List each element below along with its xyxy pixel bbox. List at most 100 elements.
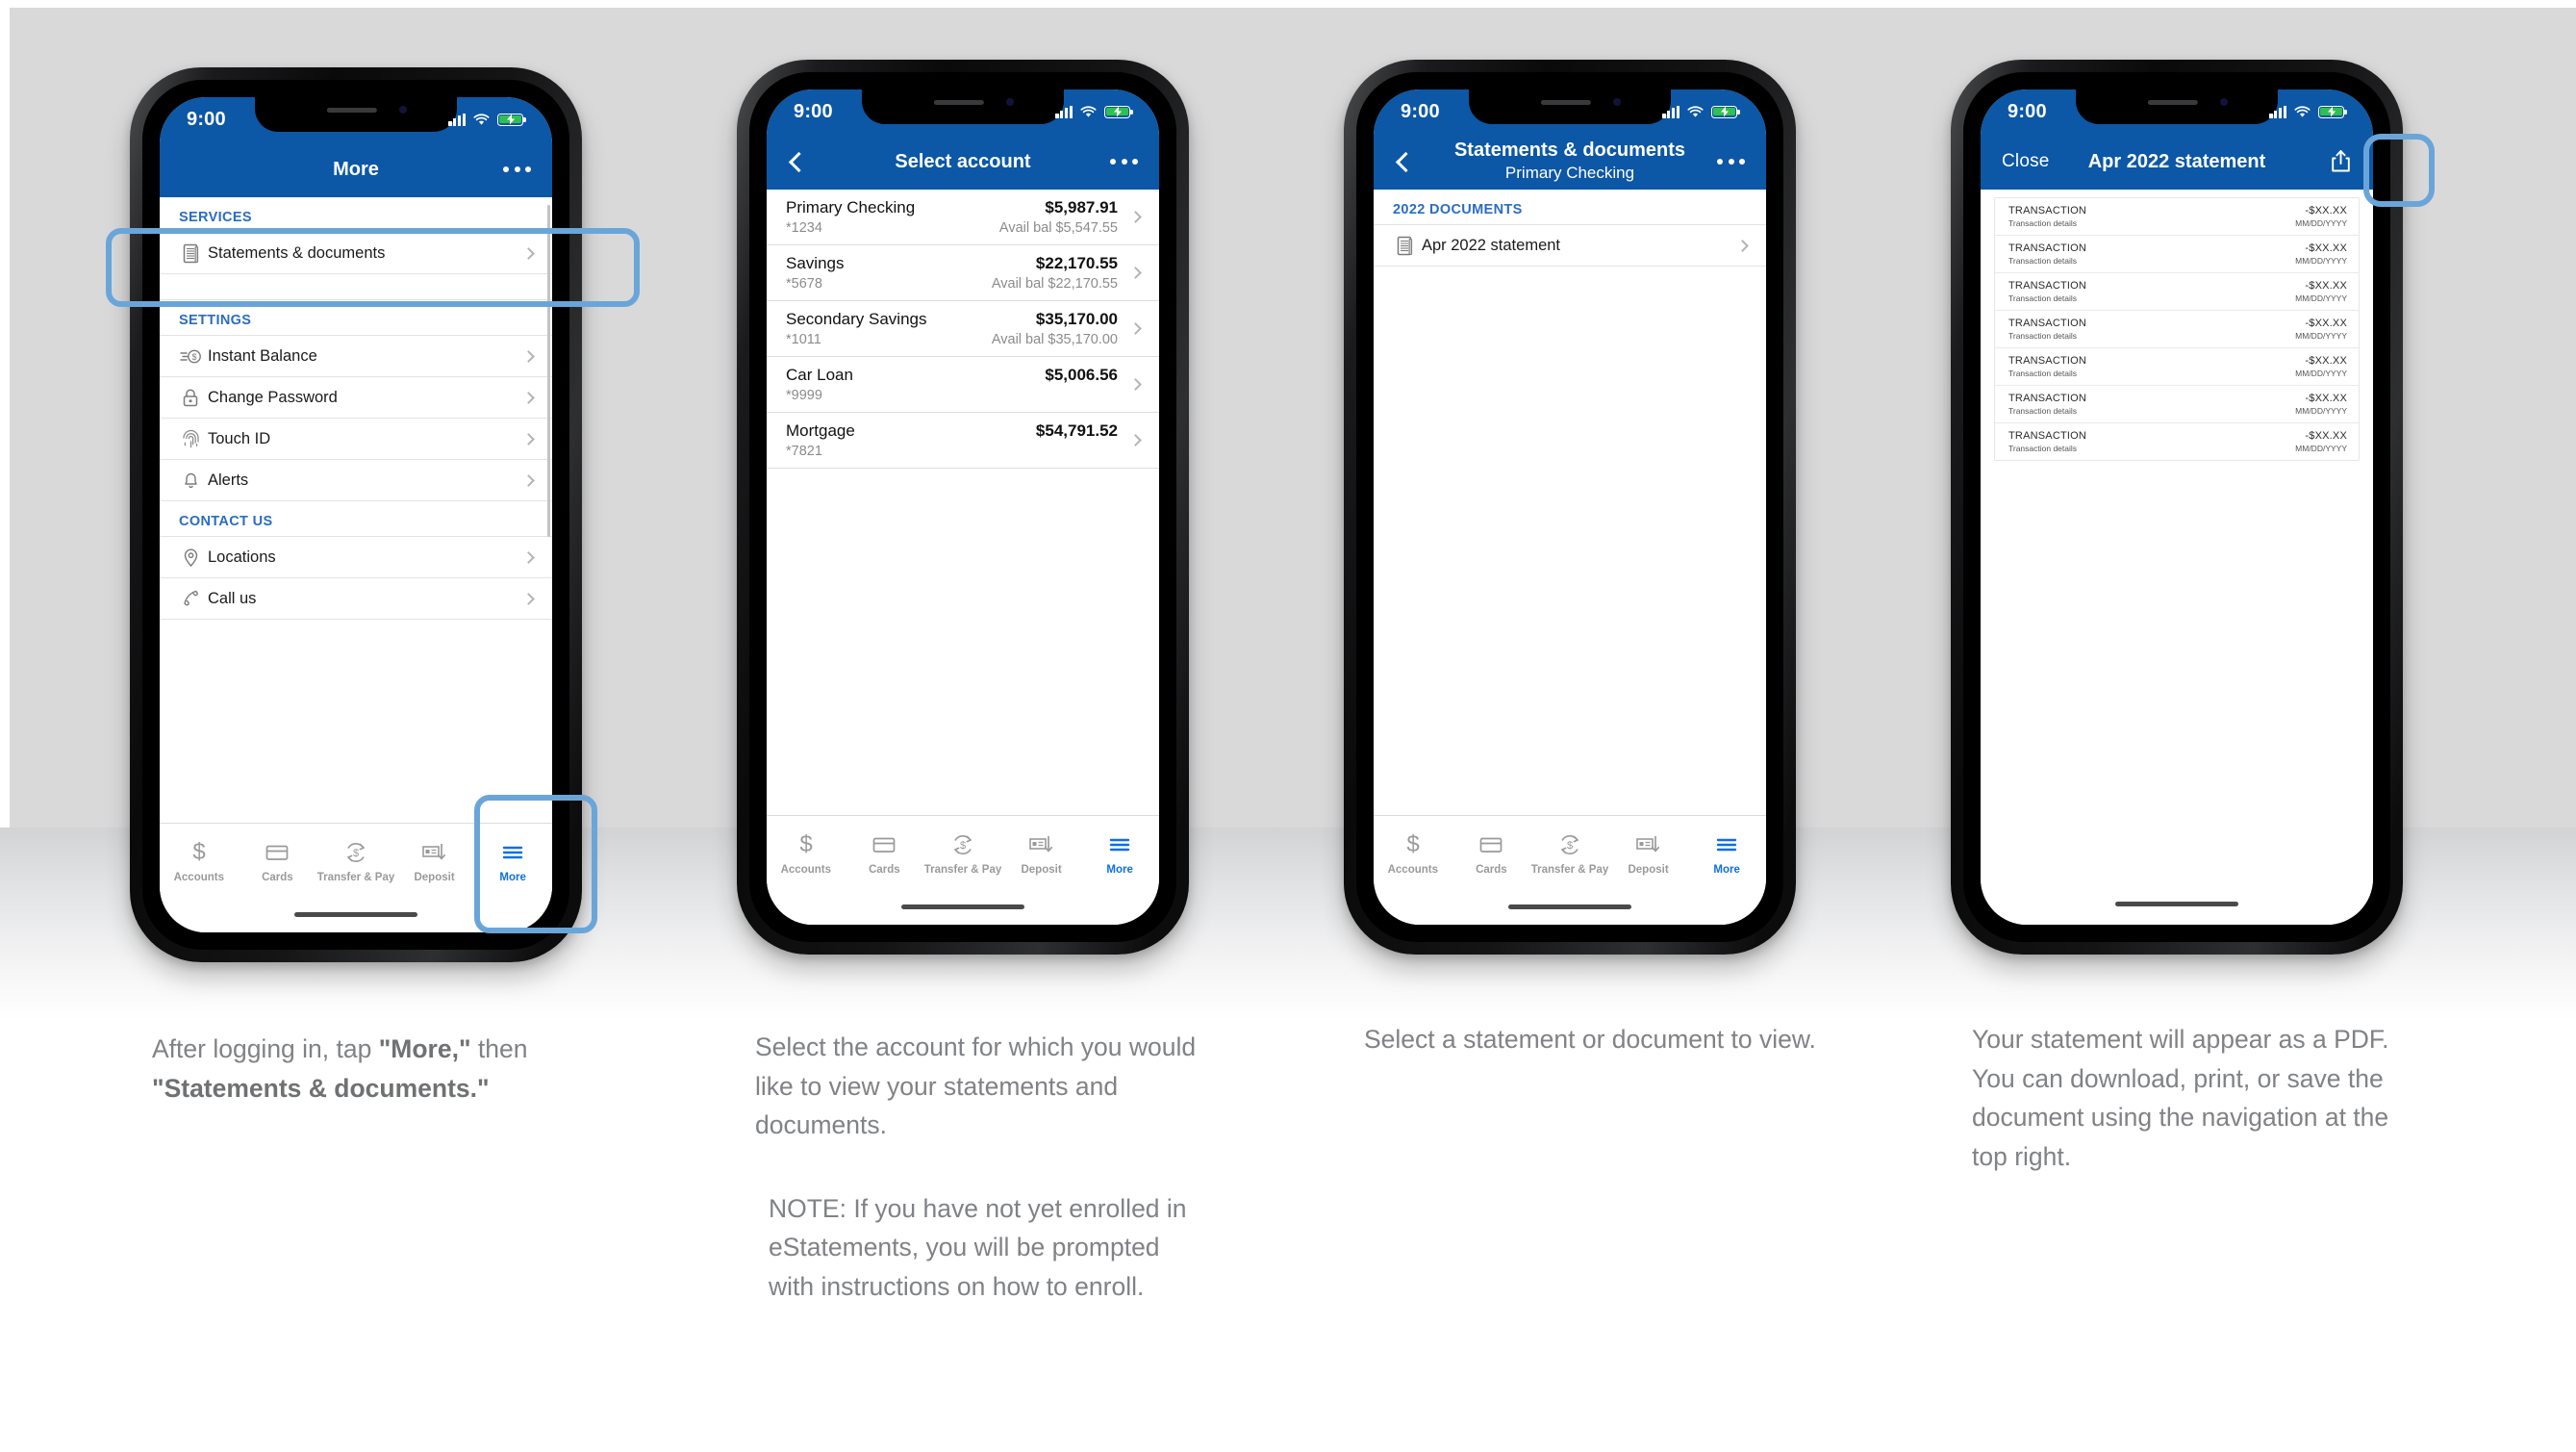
home-indicator[interactable] [767,888,1159,925]
close-button[interactable]: Close [2002,151,2056,172]
menu-item-label: Alerts [208,471,249,489]
tab-deposit[interactable]: Deposit [1002,832,1081,876]
overflow-menu-button[interactable] [503,166,531,172]
account-body: Mortgage $54,791.52 *7821 [786,421,1118,459]
caption-step-4: Your statement will appear as a PDF. You… [1972,1020,2424,1176]
phone-bezel: 9:00 [1963,72,2390,942]
account-row[interactable]: Car Loan $5,006.56 *9999 [767,357,1159,413]
tab-transfer-pay[interactable]: $ Transfer & Pay [316,840,395,883]
account-balance: $5,987.91 [1045,198,1118,217]
charging-bolt-icon [506,114,515,125]
speaker-grille-icon [933,100,984,105]
account-available: Avail bal $35,170.00 [991,332,1118,347]
credit-card-icon [873,837,896,853]
status-bar: 9:00 [1374,89,1766,134]
tab-accounts[interactable]: $ Accounts [1374,832,1452,876]
tab-label: Transfer & Pay [923,864,1002,876]
charging-bolt-icon [1113,106,1122,117]
transaction-title: TRANSACTION [2008,393,2087,404]
tab-cards[interactable]: Cards [846,832,924,876]
nav-title: More [333,158,379,180]
tab-more[interactable]: More [1687,832,1766,876]
home-indicator[interactable] [1981,882,2373,925]
tab-label: More [499,872,526,883]
menu-item-label: Call us [208,589,257,607]
home-indicator[interactable] [160,896,552,932]
bell-icon [177,471,204,490]
transaction-details: Transaction details [2008,406,2078,416]
menu-item-instant-balance[interactable]: $ Instant Balance [160,336,552,377]
status-indicators [2269,105,2347,118]
status-bar: 9:00 [767,89,1159,134]
account-row[interactable]: Secondary Savings $35,170.00 *1011 Avail… [767,301,1159,357]
overflow-menu-button[interactable] [1717,159,1745,165]
account-body: Secondary Savings $35,170.00 *1011 Avail… [786,310,1118,347]
tab-cards[interactable]: Cards [1452,832,1531,876]
tab-label: Accounts [1387,864,1438,876]
caption-step-1: After logging in, tap "More," then "Stat… [152,1030,566,1108]
share-button[interactable] [2330,149,2352,174]
tab-more[interactable]: More [1080,832,1159,876]
tab-deposit[interactable]: Deposit [1609,832,1688,876]
tab-more[interactable]: More [473,840,552,883]
transaction-date: MM/DD/YYYY [2295,293,2347,303]
hamburger-menu-icon [1716,838,1737,852]
chevron-right-icon [522,391,535,404]
table-row: TRANSACTION Transaction details -$XX.XX … [1995,311,2359,348]
account-row[interactable]: Primary Checking $5,987.91 *1234 Avail b… [767,190,1159,245]
back-button[interactable] [1395,151,1449,172]
back-button[interactable] [788,151,842,172]
phone-2-select-account: 9:00 Select account Primary Checking $5,… [737,60,1189,955]
caption-step-2: Select the account for which you would l… [755,1028,1207,1306]
dollar-sign-icon: $ [192,840,205,865]
svg-text:$: $ [192,840,205,865]
tab-transfer-pay[interactable]: $ Transfer & Pay [923,832,1002,876]
overflow-menu-button[interactable] [1110,159,1138,165]
credit-card-icon [1480,837,1503,853]
tab-accounts[interactable]: $ Accounts [767,832,846,876]
menu-item-locations[interactable]: Locations [160,537,552,578]
menu-item-alerts[interactable]: Alerts [160,460,552,501]
scroll-indicator[interactable] [546,205,550,537]
phone-body: 9:00 [737,60,1189,955]
transaction-amount: -$XX.XX [2305,430,2347,442]
battery-icon [1711,105,1740,118]
account-row[interactable]: Savings $22,170.55 *5678 Avail bal $22,1… [767,245,1159,301]
account-mask: *1011 [786,332,821,347]
account-body: Primary Checking $5,987.91 *1234 Avail b… [786,198,1118,236]
speaker-grille-icon [2147,100,2198,105]
transaction-amount: -$XX.XX [2305,393,2347,404]
account-mask: *1234 [786,220,822,236]
check-deposit-icon [1635,836,1659,853]
notch [255,97,457,132]
tab-transfer-pay[interactable]: $ Transfer & Pay [1530,832,1609,876]
home-indicator[interactable] [1374,888,1766,925]
menu-item-label: Statements & documents [208,243,386,262]
tab-accounts[interactable]: $ Accounts [160,840,239,883]
account-body: Car Loan $5,006.56 *9999 [786,366,1118,403]
pdf-viewer[interactable]: TRANSACTION Transaction details -$XX.XX … [1981,190,2373,882]
account-mask: *9999 [786,388,822,403]
account-balance: $54,791.52 [1035,421,1118,440]
notch [1469,89,1671,124]
notch [862,89,1064,124]
menu-item-statements-documents[interactable]: Statements & documents [160,233,552,274]
transaction-date: MM/DD/YYYY [2295,256,2347,266]
menu-item-change-password[interactable]: Change Password [160,377,552,419]
tab-label: Cards [1476,864,1507,876]
document-row-apr-2022[interactable]: Apr 2022 statement [1374,225,1766,267]
status-indicators [1055,105,1133,118]
menu-item-call-us[interactable]: Call us [160,578,552,620]
status-indicators [448,113,526,126]
menu-item-touch-id[interactable]: Touch ID [160,419,552,460]
tab-deposit[interactable]: Deposit [395,840,474,883]
tab-cards[interactable]: Cards [239,840,317,883]
map-pin-icon [177,548,204,568]
overflow-dots-icon [1110,159,1138,165]
account-available: Avail bal $22,170.55 [991,276,1118,292]
caption-text: Your statement will appear as a PDF. You… [1972,1025,2389,1171]
front-camera-icon [2220,98,2228,106]
chevron-right-icon [1736,239,1749,252]
account-row[interactable]: Mortgage $54,791.52 *7821 [767,413,1159,469]
battery-icon [497,113,526,126]
